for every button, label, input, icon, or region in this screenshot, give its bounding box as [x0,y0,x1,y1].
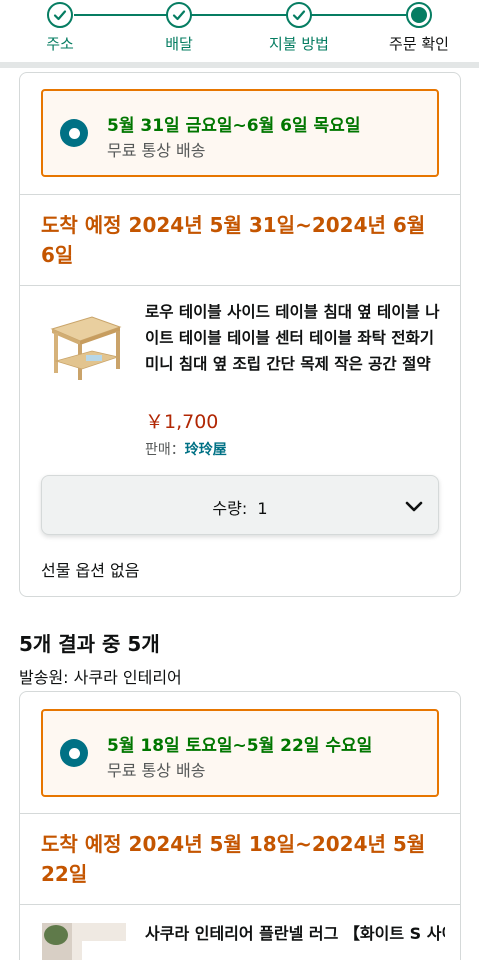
arrival-estimate: 도착 예정 2024년 5월 18일~2024년 5월 22일 [41,832,426,886]
radio-selected-icon[interactable] [60,739,88,767]
check-icon [166,2,192,28]
header-divider [0,62,479,68]
current-step-icon [406,2,432,28]
shipping-option-selected[interactable]: 5월 31일 금요일~6월 6일 목요일 무료 통상 배송 [41,89,439,177]
step-payment[interactable]: 지불 방법 [239,2,359,54]
shipper-name: 발송원: 사쿠라 인테리어 [19,668,182,687]
gift-option-text: 선물 옵션 없음 [41,561,140,580]
checkout-progress-stepper: 주소 배달 지불 방법 주문 확인 [0,0,479,62]
order-card: 5월 31일 금요일~6월 6일 목요일 무료 통상 배송 도착 예정 2024… [19,72,461,597]
seller-name[interactable]: 玲玲屋 [185,442,227,458]
results-summary: 5개 결과 중 5개 [19,632,160,656]
quantity-display: 수량: 1 [42,495,438,519]
step-delivery[interactable]: 배달 [119,2,239,54]
step-address[interactable]: 주소 [0,2,120,54]
step-label: 주문 확인 [389,35,449,53]
product-price: ￥1,700 [145,411,219,433]
product-image[interactable] [42,923,126,960]
step-review: 주문 확인 [359,2,479,54]
shipping-method: 무료 통상 배송 [107,141,206,160]
shipping-method: 무료 통상 배송 [107,761,206,780]
divider [20,285,460,286]
arrival-estimate: 도착 예정 2024년 5월 31일~2024년 6월 6일 [41,213,426,267]
shipping-date: 5월 18일 토요일~5월 22일 수요일 [107,736,373,756]
seller-info: 판매：玲玲屋 [145,439,227,459]
order-card: 5월 18일 토요일~5월 22일 수요일 무료 통상 배송 도착 예정 202… [19,691,461,960]
seller-label: 판매： [145,442,185,458]
product-title-link[interactable]: 로우 테이블 사이드 테이블 침대 옆 테이블 나이트 테이블 테이블 센터 테… [145,299,445,377]
check-icon [286,2,312,28]
chevron-down-icon [405,501,423,512]
product-title-link[interactable]: 사쿠라 인테리어 플란넬 러그 【화이트 S 사이즈 130cm × 185cm… [145,922,445,946]
radio-selected-icon[interactable] [60,119,88,147]
step-label: 배달 [165,35,193,53]
divider [20,813,460,814]
step-label: 주소 [46,35,74,53]
step-label: 지불 방법 [269,35,329,53]
shipping-option-selected[interactable]: 5월 18일 토요일~5월 22일 수요일 무료 통상 배송 [41,709,439,797]
quantity-label: 수량: [212,499,248,518]
check-icon [47,2,73,28]
divider [20,194,460,195]
divider [20,904,460,905]
product-image[interactable] [42,309,126,383]
quantity-dropdown[interactable]: 수량: 1 [41,475,439,535]
shipping-date: 5월 31일 금요일~6월 6일 목요일 [107,116,361,136]
quantity-value: 1 [257,499,268,518]
